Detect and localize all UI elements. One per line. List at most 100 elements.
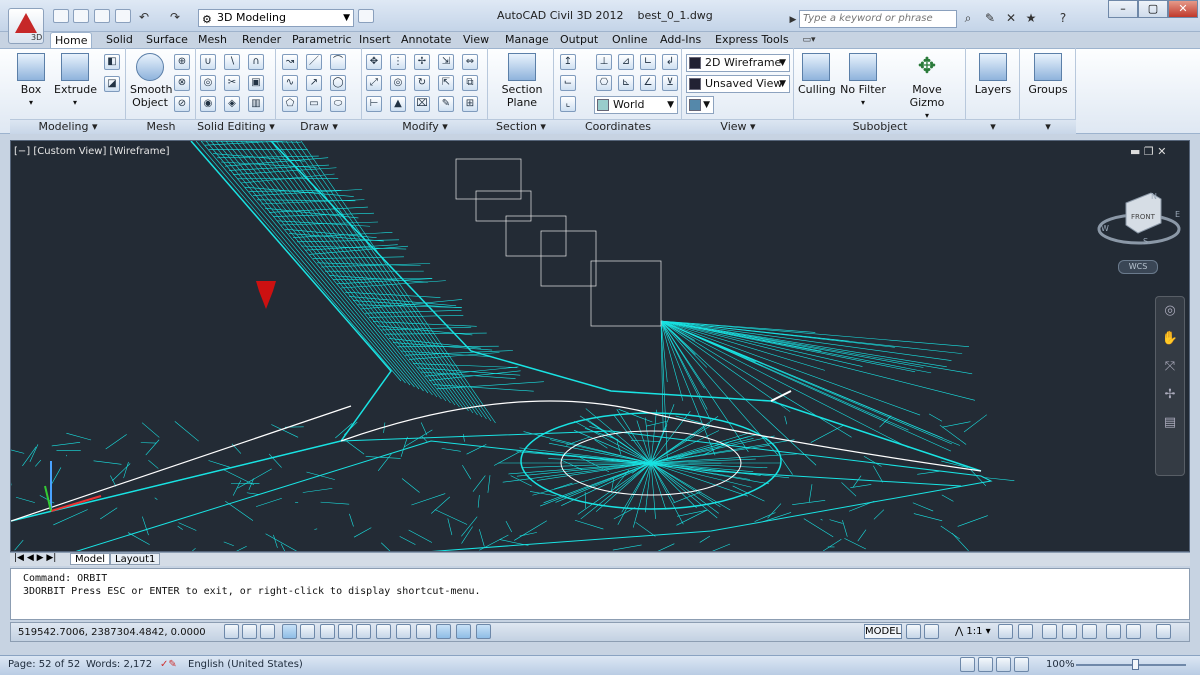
binoculars-icon[interactable]: ⌕	[961, 11, 975, 25]
ucs-origin-icon[interactable]: ⊥	[596, 54, 612, 70]
edit-polyline-icon[interactable]: ✎	[438, 96, 454, 112]
union-icon[interactable]: ∪	[200, 54, 216, 70]
rotate-3d-icon[interactable]: ✢	[414, 54, 430, 70]
panel-label-mesh[interactable]: Mesh	[126, 119, 196, 134]
ucs-object-icon[interactable]: ⊾	[618, 75, 634, 91]
fillet-edge-icon[interactable]: ▥	[248, 96, 264, 112]
lock-icon[interactable]	[1062, 624, 1077, 639]
ucs-select[interactable]: World ▼	[594, 96, 678, 114]
quick-view-drawings-icon[interactable]	[924, 624, 939, 639]
hardware-acceleration-icon[interactable]	[1082, 624, 1097, 639]
rotate-icon[interactable]: ↻	[414, 75, 430, 91]
trim-icon[interactable]: ⊢	[366, 96, 382, 112]
presspull-icon[interactable]: ◧	[104, 54, 120, 70]
search-expand-icon[interactable]: ▶	[786, 13, 800, 27]
panel-label-modeling[interactable]: Modeling ▾	[10, 119, 126, 134]
redo-icon[interactable]: ↷	[168, 10, 182, 24]
quick-properties-toggle[interactable]	[456, 624, 471, 639]
arc-icon[interactable]: ⌒	[330, 54, 346, 70]
tab-parametric[interactable]: Parametric	[288, 32, 356, 48]
viewport-config-select[interactable]: ▼	[686, 96, 714, 114]
ribbon-toggle-icon[interactable]: ▭▾	[802, 33, 816, 47]
move-gizmo-button[interactable]: ✥ Move Gizmo ▾	[894, 53, 960, 122]
tab-nav-arrows[interactable]: |◀ ◀ ▶ ▶|	[14, 553, 56, 563]
tab-surface[interactable]: Surface	[142, 32, 192, 48]
save-icon[interactable]	[94, 9, 110, 23]
undo-icon[interactable]: ↶	[137, 10, 151, 24]
tab-view[interactable]: View	[459, 32, 493, 48]
osnap-toggle[interactable]	[320, 624, 335, 639]
mesh-refine-icon[interactable]: ⊗	[174, 75, 190, 91]
command-line[interactable]: Command: ORBIT 3DORBIT Press ESC or ENTE…	[10, 568, 1190, 620]
ducs-toggle[interactable]	[376, 624, 391, 639]
outline-view-icon[interactable]	[1014, 657, 1029, 672]
tab-online[interactable]: Online	[608, 32, 651, 48]
clean-screen-icon[interactable]	[1156, 624, 1171, 639]
separate-icon[interactable]: ✂	[224, 75, 240, 91]
ucs-face-icon[interactable]: ∠	[640, 75, 656, 91]
quick-view-layouts-icon[interactable]	[906, 624, 921, 639]
maximize-button[interactable]: ▢	[1138, 0, 1168, 18]
page-count[interactable]: Page: 52 of 52	[8, 659, 80, 670]
ortho-toggle[interactable]	[282, 624, 297, 639]
annotation-visibility-icon[interactable]	[998, 624, 1013, 639]
viewport-window-controls[interactable]: ▬ ❐ ✕	[1130, 145, 1166, 158]
copy-icon[interactable]: ⧉	[462, 75, 478, 91]
drawing-viewport[interactable]: FRONT W S N E	[10, 140, 1190, 552]
polar-toggle[interactable]	[300, 624, 315, 639]
zoom-icon[interactable]: ⤧	[1156, 353, 1184, 381]
panel-label-modify[interactable]: Modify ▾	[362, 119, 488, 134]
mirror-icon[interactable]: ⇔	[462, 54, 478, 70]
revolve-icon[interactable]: ◪	[104, 76, 120, 92]
close-button[interactable]: ✕	[1168, 0, 1198, 18]
pan-icon[interactable]: ✋	[1156, 325, 1184, 353]
full-screen-reading-icon[interactable]	[978, 657, 993, 672]
stretch-icon[interactable]: ⇱	[438, 75, 454, 91]
subscription-icon[interactable]: ✎	[983, 11, 997, 25]
polygon-icon[interactable]: ⬠	[282, 96, 298, 112]
showmotion-icon[interactable]: ▤	[1156, 409, 1184, 437]
ucs-3point-icon[interactable]: ∟	[640, 54, 656, 70]
tab-render[interactable]: Render	[238, 32, 285, 48]
panel-label-draw[interactable]: Draw ▾	[276, 119, 362, 134]
extrude-button[interactable]: Extrude ▾	[54, 53, 97, 109]
tab-mesh[interactable]: Mesh	[194, 32, 231, 48]
ucs-icon-toggle[interactable]: ⌞	[560, 96, 576, 112]
search-input[interactable]: Type a keyword or phrase	[799, 10, 957, 28]
coordinate-display[interactable]: 519542.7006, 2387304.4842, 0.0000	[18, 627, 206, 638]
navigation-bar[interactable]: ◎ ✋ ⤧ ✢ ▤	[1155, 296, 1185, 476]
clean-icon[interactable]: ◈	[224, 96, 240, 112]
mesh-smooth-icon[interactable]: ⊕	[174, 54, 190, 70]
extend-icon[interactable]: ▲	[390, 96, 406, 112]
extract-edges-icon[interactable]: ▣	[248, 75, 264, 91]
ucs-x-icon[interactable]: ↲	[662, 54, 678, 70]
steeringwheel-icon[interactable]: ◎	[1156, 297, 1184, 325]
dyn-toggle[interactable]	[396, 624, 411, 639]
orbit-icon[interactable]: ✢	[1156, 381, 1184, 409]
zoom-level[interactable]: 100%	[1046, 659, 1075, 670]
panel-label-solid-editing[interactable]: Solid Editing ▾	[196, 119, 276, 134]
zoom-slider-handle[interactable]	[1132, 659, 1139, 670]
language-indicator[interactable]: English (United States)	[188, 659, 303, 670]
panel-label-view[interactable]: View ▾	[682, 119, 794, 134]
isolate-objects-icon[interactable]	[1106, 624, 1121, 639]
tab-solid[interactable]: Solid	[102, 32, 137, 48]
intersect-icon[interactable]: ∩	[248, 54, 264, 70]
polyline-icon[interactable]: ↝	[282, 54, 298, 70]
ucs-named-icon[interactable]: ⌙	[560, 75, 576, 91]
subtract-icon[interactable]: ∖	[224, 54, 240, 70]
lineweight-toggle[interactable]	[416, 624, 431, 639]
ucs-icon[interactable]: ↥	[560, 54, 576, 70]
autoscale-icon[interactable]	[1018, 624, 1033, 639]
workspace-selector[interactable]: ⚙ 3D Modeling ▼	[198, 9, 354, 27]
proofing-icon[interactable]: ✓✎	[160, 659, 177, 670]
align-icon[interactable]: ⇲	[438, 54, 454, 70]
annotation-scale[interactable]: ⋀ 1:1 ▾	[955, 626, 991, 637]
no-filter-button[interactable]: No Filter ▾	[840, 53, 886, 109]
workspace-switch-icon[interactable]	[358, 9, 374, 23]
tab-home[interactable]: Home	[50, 32, 93, 48]
panel-label-layers[interactable]: ▾	[966, 119, 1020, 134]
offset-icon[interactable]: ◎	[390, 75, 406, 91]
circle-icon[interactable]: ◯	[330, 75, 346, 91]
open-icon[interactable]	[73, 9, 89, 23]
